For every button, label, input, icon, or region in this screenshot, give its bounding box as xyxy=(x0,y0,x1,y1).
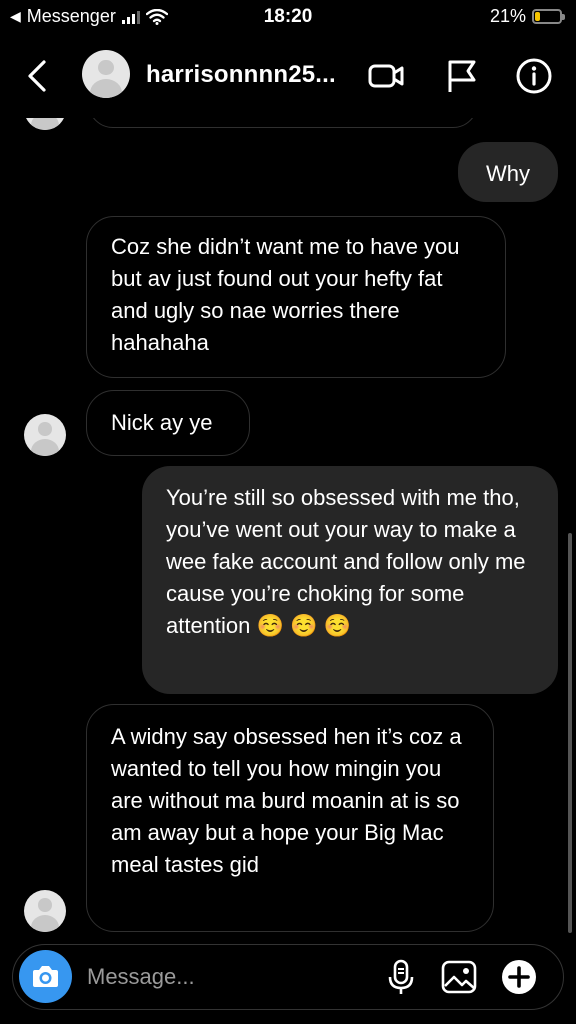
message-text: Coz she didn’t want me to have you but a… xyxy=(111,234,460,355)
message-text: A widny say obsessed hen it’s coz a want… xyxy=(111,724,462,877)
message-text: Nick ay ye xyxy=(111,410,213,435)
contact-username[interactable]: harrisonnnn25... xyxy=(146,61,336,89)
sender-avatar[interactable] xyxy=(24,414,66,456)
gallery-icon[interactable] xyxy=(437,955,481,999)
add-button[interactable] xyxy=(497,955,541,999)
message-bubble-previous[interactable] xyxy=(88,118,478,128)
message-composer: Message... xyxy=(12,944,564,1010)
message-bubble-outgoing[interactable]: Why xyxy=(458,142,558,202)
back-chevron-icon[interactable] xyxy=(18,54,58,98)
message-thread[interactable]: Why Coz she didn’t want me to have you b… xyxy=(0,118,576,940)
plus-icon xyxy=(502,960,536,994)
message-bubble-outgoing[interactable]: You’re still so obsessed with me tho, yo… xyxy=(142,466,558,694)
sender-avatar[interactable] xyxy=(24,118,66,130)
message-input[interactable]: Message... xyxy=(87,964,195,990)
message-text: You’re still so obsessed with me tho, yo… xyxy=(166,485,526,638)
message-bubble-incoming[interactable]: Nick ay ye xyxy=(86,390,250,456)
message-text: Why xyxy=(486,161,530,186)
video-call-icon[interactable] xyxy=(364,54,408,98)
flag-icon[interactable] xyxy=(440,54,484,98)
camera-icon xyxy=(33,966,58,987)
camera-button[interactable] xyxy=(19,950,72,1003)
message-bubble-incoming[interactable]: A widny say obsessed hen it’s coz a want… xyxy=(86,704,494,932)
info-icon[interactable] xyxy=(512,54,556,98)
thread-scrollbar[interactable] xyxy=(568,533,572,933)
sender-avatar[interactable] xyxy=(24,890,66,932)
battery-percent: 21% xyxy=(489,6,526,26)
message-bubble-incoming[interactable]: Coz she didn’t want me to have you but a… xyxy=(86,216,506,378)
contact-avatar[interactable] xyxy=(82,50,130,98)
battery-fill xyxy=(535,12,540,21)
battery-icon xyxy=(532,9,565,24)
microphone-icon[interactable] xyxy=(379,955,423,999)
status-bar: ◀ Messenger 18:20 21% xyxy=(0,0,576,34)
chat-header: harrisonnnn25... xyxy=(0,34,576,118)
